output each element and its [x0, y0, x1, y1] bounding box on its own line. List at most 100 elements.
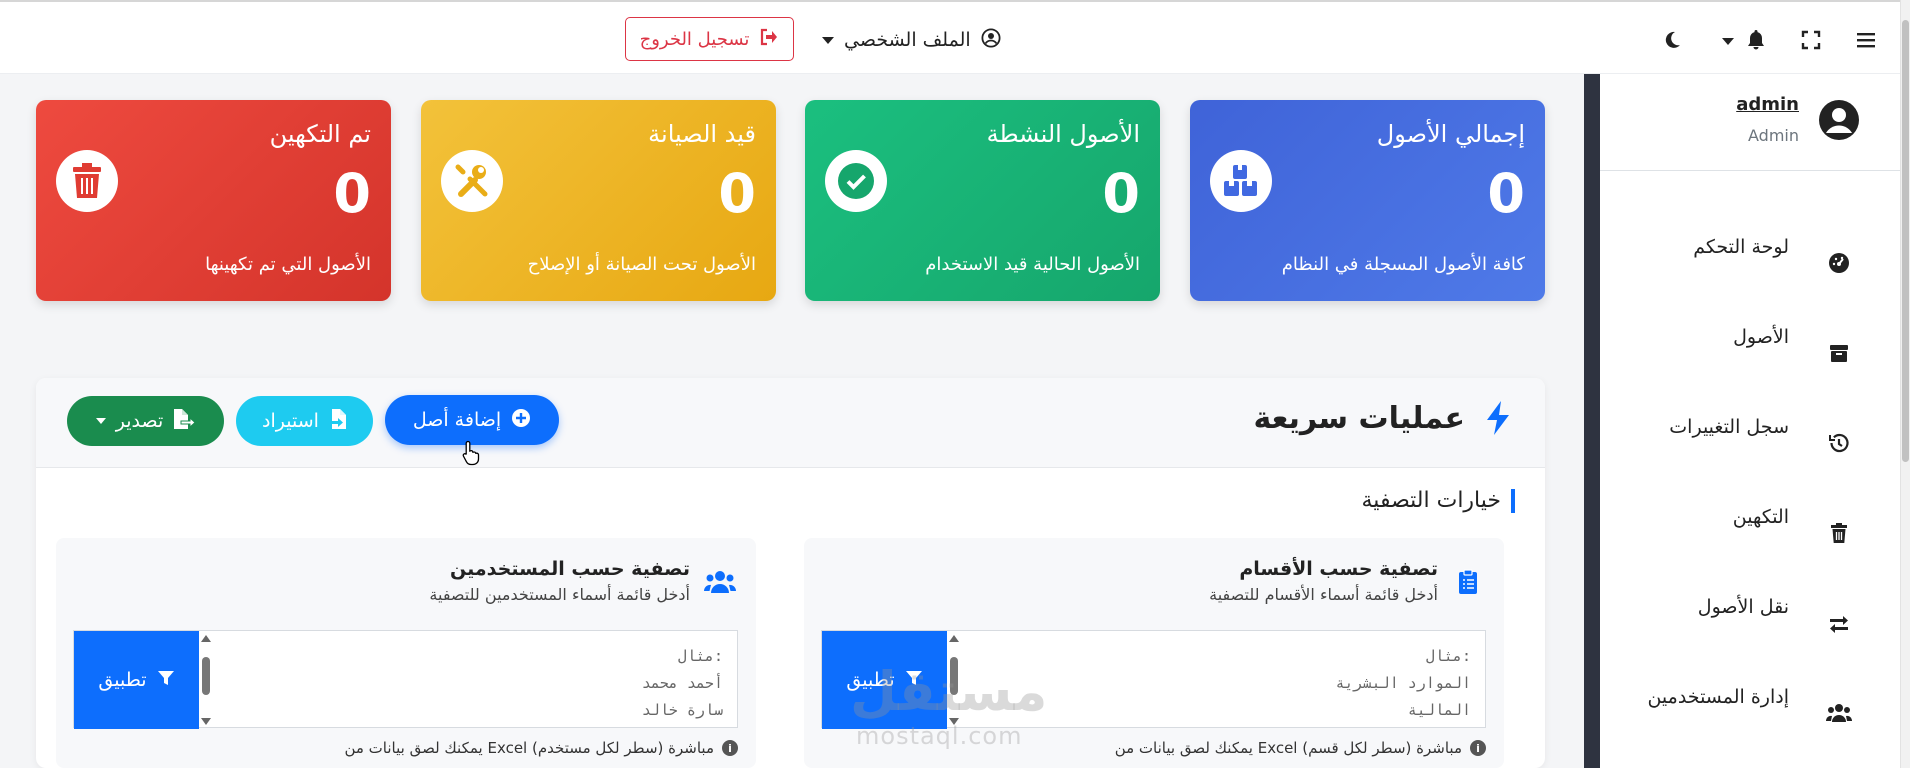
- department-list-textarea[interactable]: مثال: الموارد البشرية المالية تطبيق: [821, 630, 1486, 729]
- card-title: الأصول النشطة: [986, 120, 1140, 148]
- export-button[interactable]: تصدير: [67, 396, 224, 446]
- department-filter-title: تصفية حسب الأقسام: [1239, 558, 1438, 580]
- check-circle-icon: [825, 150, 887, 212]
- import-label: استيراد: [262, 410, 319, 432]
- card-title: قيد الصيانة: [648, 120, 756, 148]
- bell-icon[interactable]: [1740, 24, 1772, 56]
- user-role: Admin: [1748, 126, 1799, 145]
- add-asset-button[interactable]: إضافة أصل: [385, 395, 559, 445]
- card-description: كافة الأصول المسجلة في النظام: [1281, 254, 1525, 275]
- sidebar-item-transfer[interactable]: نقل الأصول: [1600, 582, 1900, 642]
- sidebar-item-changelog[interactable]: سجل التغييرات: [1600, 402, 1900, 462]
- sidebar-item-label: إدارة المستخدمين: [1647, 686, 1789, 708]
- import-button[interactable]: استيراد: [236, 396, 373, 446]
- profile-menu[interactable]: الملف الشخصي: [822, 26, 1001, 54]
- department-paste-hint: يمكنك لصق بيانات من Excel مباشرة (سطر لك…: [1115, 739, 1486, 757]
- sidebar-item-user-management[interactable]: إدارة المستخدمين: [1600, 672, 1900, 732]
- user-circle-icon: [981, 27, 1001, 53]
- history-icon: [1826, 430, 1852, 456]
- user-filter-card: تصفية حسب المستخدمين أدخل قائمة أسماء ال…: [56, 538, 756, 768]
- tools-icon: [441, 150, 503, 212]
- notifications-caret-icon[interactable]: [1722, 38, 1734, 45]
- top-navbar: الملف الشخصي تسجيل الخروج: [0, 0, 1900, 74]
- trash-icon: [56, 150, 118, 212]
- department-filter-subtitle: أدخل قائمة أسماء الأقسام للتصفية: [1209, 585, 1438, 604]
- card-count: 0: [1102, 162, 1140, 225]
- expand-icon[interactable]: [1795, 24, 1827, 56]
- sidebar-item-disposal[interactable]: التكهين: [1600, 492, 1900, 552]
- filter-options-heading: خيارات التصفية: [1362, 488, 1515, 514]
- sidebar-item-label: الأصول: [1733, 326, 1789, 348]
- textarea-placeholder: مثال: أحمد محمد سارة خالد: [641, 647, 723, 719]
- textarea-placeholder: مثال: الموارد البشرية المالية: [1335, 647, 1471, 719]
- page-scrollbar[interactable]: [1900, 0, 1910, 768]
- card-description: الأصول تحت الصيانة أو الإصلاح: [527, 254, 756, 275]
- scrollbar-thumb[interactable]: [1902, 20, 1909, 462]
- user-filter-title: تصفية حسب المستخدمين: [450, 558, 690, 580]
- file-import-icon: [328, 408, 347, 435]
- clipboard-list-icon: [1452, 566, 1484, 598]
- hint-text: يمكنك لصق بيانات من Excel مباشرة (سطر لك…: [344, 739, 714, 757]
- stat-card-maintenance: قيد الصيانة 0 الأصول تحت الصيانة أو الإص…: [421, 100, 776, 301]
- boxes-icon: [1210, 150, 1272, 212]
- users-icon: [1826, 700, 1852, 726]
- quick-actions-header: عمليات سريعة إضافة أصل استيراد تصدير: [36, 378, 1545, 468]
- sidebar-divider: [1584, 74, 1600, 768]
- stat-card-active-assets: الأصول النشطة 0 الأصول الحالية قيد الاست…: [805, 100, 1160, 301]
- department-filter-card: تصفية حسب الأقسام أدخل قائمة أسماء الأقس…: [804, 538, 1504, 768]
- chevron-down-icon: [95, 418, 106, 424]
- card-count: 0: [718, 162, 756, 225]
- card-count: 0: [333, 162, 371, 225]
- apply-label: تطبيق: [98, 669, 147, 691]
- user-list-textarea[interactable]: مثال: أحمد محمد سارة خالد تطبيق: [73, 630, 738, 729]
- user-filter-subtitle: أدخل قائمة أسماء المستخدمين للتصفية: [429, 585, 690, 604]
- card-title: تم التكهين: [269, 120, 371, 148]
- file-export-icon: [173, 408, 196, 435]
- card-title: إجمالي الأصول: [1376, 120, 1525, 148]
- textarea-scrollbar[interactable]: [948, 633, 960, 727]
- sidebar-item-label: لوحة التحكم: [1693, 236, 1789, 258]
- info-icon: i: [722, 740, 738, 756]
- hint-text: يمكنك لصق بيانات من Excel مباشرة (سطر لك…: [1114, 739, 1462, 757]
- sidebar-item-label: التكهين: [1732, 506, 1789, 528]
- card-count: 0: [1487, 162, 1525, 225]
- users-icon: [704, 566, 736, 598]
- plus-circle-icon: [511, 408, 531, 433]
- apply-department-filter-button[interactable]: تطبيق: [822, 631, 947, 729]
- sidebar-item-assets[interactable]: الأصول: [1600, 312, 1900, 372]
- textarea-scrollbar[interactable]: [200, 633, 212, 727]
- menu-icon[interactable]: [1850, 24, 1882, 56]
- apply-label: تطبيق: [846, 669, 895, 691]
- add-asset-label: إضافة أصل: [412, 409, 502, 431]
- transfer-icon: [1826, 610, 1852, 636]
- sidebar: admin Admin لوحة التحكم الأصول سجل التغي…: [1600, 74, 1900, 768]
- sidebar-item-label: نقل الأصول: [1697, 596, 1789, 618]
- trash-icon: [1826, 520, 1852, 546]
- filter-icon: [157, 669, 175, 692]
- profile-label: الملف الشخصي: [844, 29, 971, 51]
- stat-card-disposed: تم التكهين 0 الأصول التي تم تكهينها: [36, 100, 391, 301]
- card-description: الأصول الحالية قيد الاستخدام: [925, 254, 1140, 275]
- chevron-down-icon: [822, 36, 834, 44]
- stat-card-total-assets: إجمالي الأصول 0 كافة الأصول المسجلة في ا…: [1190, 100, 1545, 301]
- quick-actions-title: عمليات سريعة: [1253, 401, 1465, 436]
- dashboard-icon: [1826, 250, 1852, 276]
- info-icon: i: [1470, 740, 1486, 756]
- logout-button[interactable]: تسجيل الخروج: [625, 17, 794, 61]
- export-label: تصدير: [115, 410, 164, 432]
- user-paste-hint: يمكنك لصق بيانات من Excel مباشرة (سطر لك…: [344, 739, 738, 757]
- quick-actions-panel: عمليات سريعة إضافة أصل استيراد تصدير خيا…: [36, 378, 1545, 768]
- bolt-icon: [1483, 400, 1513, 436]
- user-name-link[interactable]: admin: [1736, 94, 1799, 115]
- moon-icon[interactable]: [1656, 24, 1688, 56]
- filter-icon: [905, 669, 923, 692]
- box-icon: [1826, 340, 1852, 366]
- apply-user-filter-button[interactable]: تطبيق: [74, 631, 199, 729]
- avatar: [1818, 99, 1860, 141]
- hand-pointer-cursor-icon: [461, 440, 483, 466]
- logout-label: تسجيل الخروج: [639, 28, 750, 50]
- card-description: الأصول التي تم تكهينها: [205, 254, 371, 275]
- sidebar-user-panel: admin Admin: [1600, 74, 1900, 171]
- sign-out-icon: [759, 27, 779, 52]
- sidebar-item-dashboard[interactable]: لوحة التحكم: [1600, 222, 1900, 282]
